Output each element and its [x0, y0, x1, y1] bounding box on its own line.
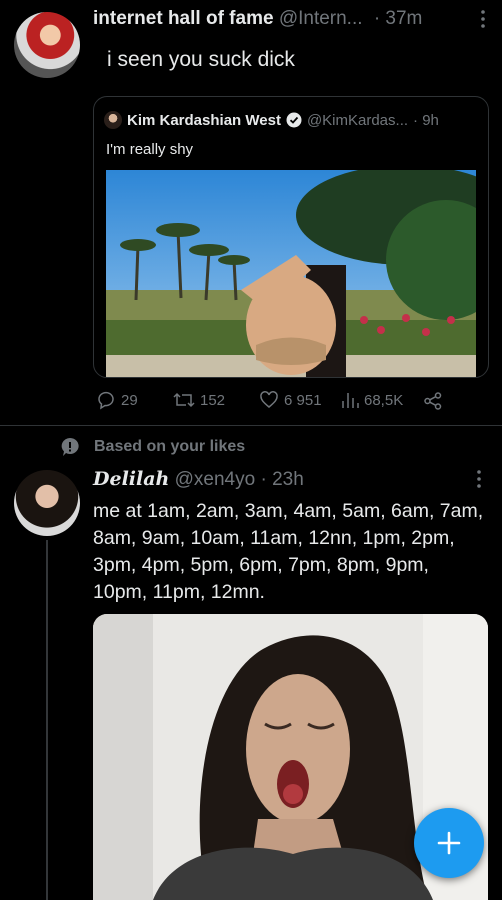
quoted-author-name[interactable]: Kim Kardashian West: [127, 112, 281, 129]
recommendation-context: Based on your likes: [60, 436, 245, 458]
quoted-tweet-photo[interactable]: [106, 170, 476, 377]
quoted-tweet-time[interactable]: · 9h: [413, 112, 439, 129]
quoted-author-handle[interactable]: @KimKardas...: [307, 112, 408, 129]
plus-icon: [436, 830, 462, 856]
reply-icon: [96, 390, 116, 410]
author-handle[interactable]: @xen4yo: [175, 469, 256, 490]
more-options-icon[interactable]: [476, 470, 482, 488]
like-count: 6 951: [284, 391, 322, 409]
retweet-button[interactable]: 152: [173, 390, 225, 410]
action-bar: 29 152 6 951 68,5K: [93, 390, 487, 412]
quoted-tweet[interactable]: Kim Kardashian West @KimKardas... · 9h I…: [93, 96, 489, 378]
tweet-header: Delilah @xen4yo · 23h: [93, 468, 473, 491]
share-icon[interactable]: [423, 391, 443, 411]
avatar[interactable]: [14, 470, 80, 536]
like-button[interactable]: 6 951: [259, 390, 322, 410]
tweet-time[interactable]: 37m: [385, 8, 422, 29]
heart-icon: [259, 390, 279, 410]
quoted-avatar[interactable]: [104, 111, 122, 129]
separator-dot: ·: [373, 8, 381, 29]
reply-button[interactable]: 29: [96, 390, 138, 410]
bar-chart-icon: [341, 390, 359, 410]
tweet[interactable]: internet hall of fame @Intern... · 37m i…: [0, 0, 502, 425]
reply-count: 29: [121, 391, 138, 409]
more-options-icon[interactable]: [480, 10, 486, 28]
recommendation-label: Based on your likes: [94, 438, 246, 455]
tweet-text: i seen you suck dick: [107, 48, 295, 71]
tweet-time[interactable]: · 23h: [260, 469, 303, 490]
author-name[interactable]: internet hall of fame: [93, 8, 274, 29]
author-name[interactable]: Delilah: [93, 468, 169, 490]
verified-badge-icon: [286, 112, 302, 128]
compose-button[interactable]: [414, 808, 484, 878]
thread-line: [46, 540, 48, 900]
avatar[interactable]: [14, 12, 80, 78]
author-handle[interactable]: @Intern...: [279, 8, 363, 29]
quoted-tweet-header: Kim Kardashian West @KimKardas... · 9h: [104, 111, 484, 129]
quoted-tweet-text: I'm really shy: [106, 141, 194, 158]
views-count: 68,5K: [364, 391, 404, 409]
tweet-header: internet hall of fame @Intern... · 37m: [93, 8, 493, 32]
retweet-count: 152: [200, 391, 226, 409]
retweet-icon: [173, 390, 195, 410]
tweet-text: me at 1am, 2am, 3am, 4am, 5am, 6am, 7am,…: [93, 500, 484, 603]
views-button[interactable]: 68,5K: [341, 390, 403, 410]
divider: [0, 425, 502, 426]
speech-bubble-icon: [60, 437, 80, 457]
